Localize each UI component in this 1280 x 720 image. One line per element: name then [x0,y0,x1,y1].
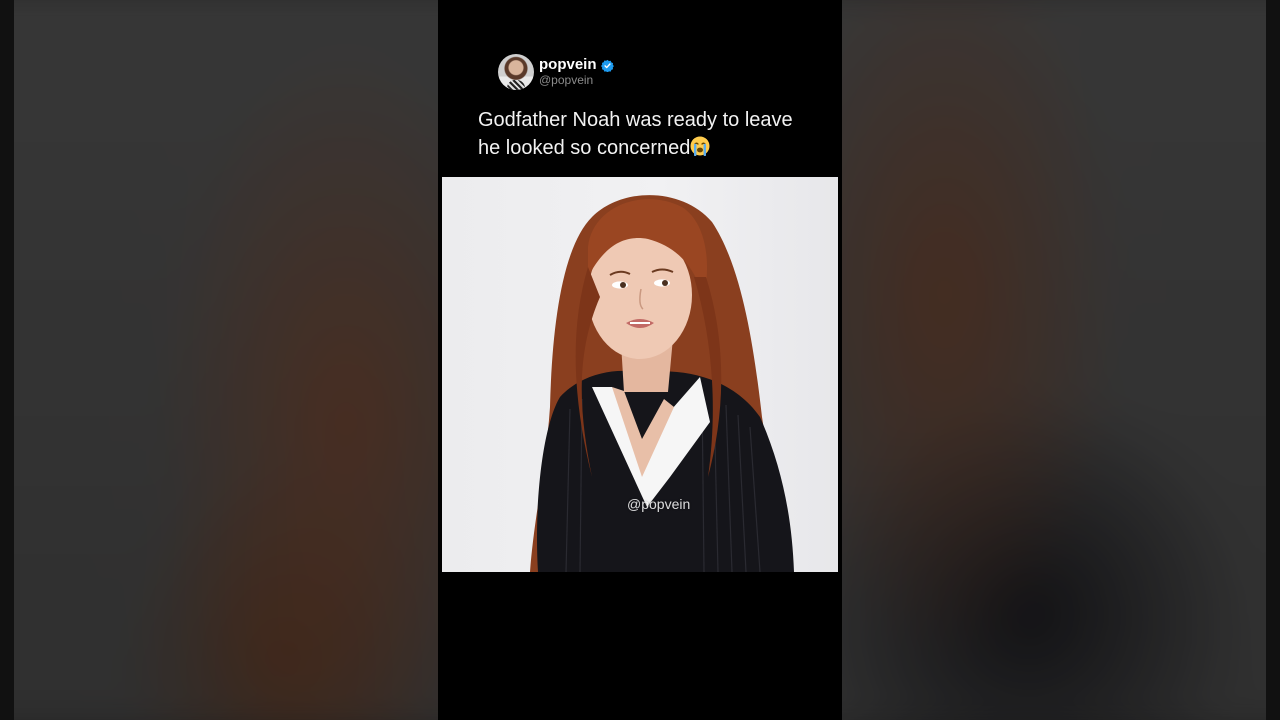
woman-portrait-illustration [530,195,794,572]
left-edge [0,0,14,720]
post-text-line-2: he looked so concerned [478,137,691,159]
author-name-row: popvein [539,56,614,73]
loudly-crying-face-icon [690,136,710,157]
post-header: popvein @popvein [498,54,614,90]
short-video-frame[interactable]: popvein @popvein Godfather Noah was read… [438,0,842,720]
author-info: popvein @popvein [539,56,614,87]
video-player-stage: popvein @popvein Godfather Noah was read… [0,0,1280,720]
media-watermark: @popvein [627,496,691,512]
right-edge [1266,0,1280,720]
post-text-line-1: Godfather Noah was ready to leave [478,109,793,131]
avatar [498,54,534,90]
post-media-photo[interactable]: @popvein [442,177,838,572]
author-display-name: popvein [539,56,597,74]
verified-badge-icon [600,59,614,73]
post-text: Godfather Noah was ready to leave he loo… [478,106,818,162]
author-handle: @popvein [539,72,594,87]
